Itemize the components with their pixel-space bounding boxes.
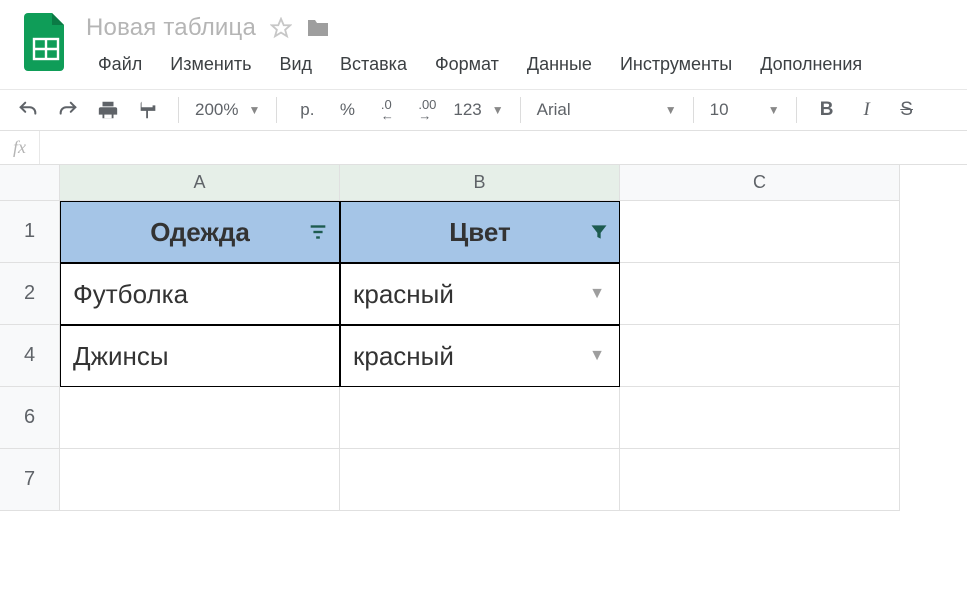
number-format-select[interactable]: 123 ▼ [453, 100, 503, 120]
cell-c1[interactable] [620, 201, 900, 263]
row-header-7[interactable]: 7 [0, 449, 60, 511]
menu-view[interactable]: Вид [267, 50, 324, 79]
font-select[interactable]: Arial ▼ [537, 100, 677, 120]
chevron-down-icon: ▼ [665, 103, 677, 117]
menu-edit[interactable]: Изменить [158, 50, 263, 79]
row-header-6[interactable]: 6 [0, 387, 60, 449]
paint-format-button[interactable] [134, 96, 162, 124]
col-header-c[interactable]: C [620, 165, 900, 201]
strikethrough-button[interactable]: S [893, 96, 921, 124]
chevron-down-icon: ▼ [248, 103, 260, 117]
cell-a1[interactable]: Одежда [60, 201, 340, 263]
cell-value: красный [353, 341, 454, 372]
menu-tools[interactable]: Инструменты [608, 50, 744, 79]
cell-c4[interactable] [620, 325, 900, 387]
menubar: Файл Изменить Вид Вставка Формат Данные … [86, 42, 957, 79]
cell-value: Джинсы [73, 341, 169, 372]
fx-icon: fx [0, 131, 40, 164]
star-icon[interactable] [270, 17, 292, 39]
cell-a2[interactable]: Футболка [60, 263, 340, 325]
chevron-down-icon: ▼ [492, 103, 504, 117]
cell-b7[interactable] [340, 449, 620, 511]
cell-b4[interactable]: красный ▼ [340, 325, 620, 387]
folder-icon[interactable] [306, 17, 330, 39]
zoom-select[interactable]: 200% ▼ [195, 100, 260, 120]
menu-data[interactable]: Данные [515, 50, 604, 79]
cell-b2[interactable]: красный ▼ [340, 263, 620, 325]
filter-icon[interactable] [307, 221, 329, 243]
redo-button[interactable] [54, 96, 82, 124]
cell-value: Футболка [73, 279, 188, 310]
header-clothing-label: Одежда [150, 217, 250, 248]
spreadsheet-grid[interactable]: A B C 1 Одежда Цвет 2 Футболка красный ▼… [0, 165, 967, 511]
filter-active-icon[interactable] [589, 222, 609, 242]
number-format-value: 123 [453, 100, 481, 120]
menu-addons[interactable]: Дополнения [748, 50, 874, 79]
cell-a7[interactable] [60, 449, 340, 511]
cell-b1[interactable]: Цвет [340, 201, 620, 263]
formula-bar: fx [0, 131, 967, 165]
cell-c7[interactable] [620, 449, 900, 511]
menu-format[interactable]: Формат [423, 50, 511, 79]
font-size-value: 10 [710, 100, 729, 120]
row-header-1[interactable]: 1 [0, 201, 60, 263]
row-header-4[interactable]: 4 [0, 325, 60, 387]
currency-button[interactable]: р. [293, 96, 321, 124]
decrease-decimal-button[interactable]: .0← [373, 96, 401, 124]
sheets-app-icon[interactable] [20, 16, 72, 68]
row-header-2[interactable]: 2 [0, 263, 60, 325]
toolbar: 200% ▼ р. % .0← .00→ 123 ▼ Arial ▼ 10 ▼ … [0, 89, 967, 131]
cell-value: красный [353, 279, 454, 310]
select-all-corner[interactable] [0, 165, 60, 201]
zoom-value: 200% [195, 100, 238, 120]
italic-button[interactable]: I [853, 96, 881, 124]
dropdown-caret-icon[interactable]: ▼ [589, 347, 605, 365]
header-color-label: Цвет [449, 217, 510, 248]
cell-c6[interactable] [620, 387, 900, 449]
titlebar: Новая таблица Файл Изменить Вид Вставка … [0, 0, 967, 79]
bold-button[interactable]: B [813, 96, 841, 124]
chevron-down-icon: ▼ [768, 103, 780, 117]
cell-a6[interactable] [60, 387, 340, 449]
cell-b6[interactable] [340, 387, 620, 449]
col-header-b[interactable]: B [340, 165, 620, 201]
percent-button[interactable]: % [333, 96, 361, 124]
menu-file[interactable]: Файл [86, 50, 154, 79]
undo-button[interactable] [14, 96, 42, 124]
font-size-select[interactable]: 10 ▼ [710, 100, 780, 120]
print-button[interactable] [94, 96, 122, 124]
formula-input[interactable] [40, 131, 967, 164]
increase-decimal-button[interactable]: .00→ [413, 96, 441, 124]
col-header-a[interactable]: A [60, 165, 340, 201]
dropdown-caret-icon[interactable]: ▼ [589, 285, 605, 303]
font-value: Arial [537, 100, 571, 120]
cell-a4[interactable]: Джинсы [60, 325, 340, 387]
doc-title[interactable]: Новая таблица [86, 14, 256, 42]
cell-c2[interactable] [620, 263, 900, 325]
menu-insert[interactable]: Вставка [328, 50, 419, 79]
